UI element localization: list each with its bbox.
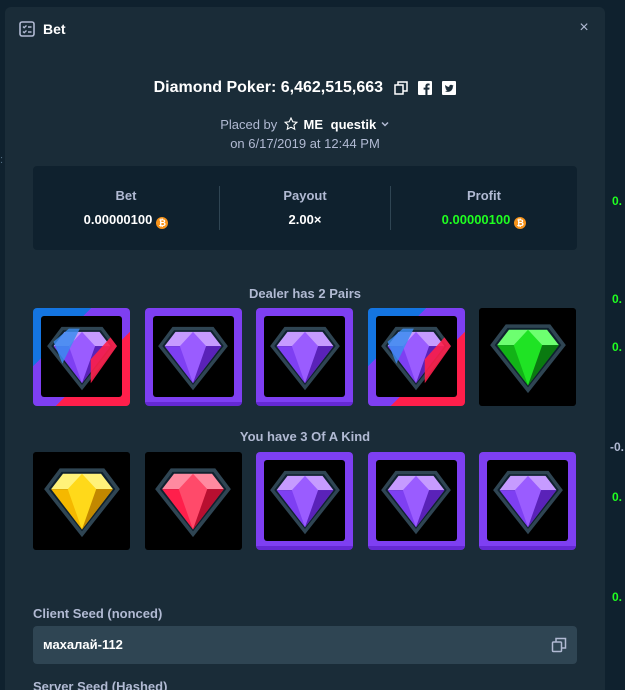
gem-card-inner (479, 308, 576, 406)
star-icon (283, 116, 299, 131)
gem-card-purple (144, 308, 242, 406)
gem-card-green (479, 308, 576, 406)
gem-card-inner (152, 316, 234, 397)
chevron-down-icon[interactable] (380, 117, 390, 127)
placed-by-row: Placed by ME questik (5, 116, 605, 132)
payout-label: Payout (283, 188, 327, 203)
row-value: 0. (612, 590, 623, 604)
copy-icon[interactable] (393, 81, 408, 95)
gem-card-inner (487, 460, 568, 541)
twitter-icon[interactable] (442, 80, 457, 95)
row-marker: : (0, 154, 4, 166)
gem-card-purple (479, 452, 576, 550)
row-value: -0. (610, 440, 625, 454)
bet-date: on 6/17/2019 at 12:44 PM (230, 136, 380, 151)
gem-card-inner (375, 460, 457, 541)
copy-icon[interactable] (551, 637, 567, 653)
modal-header: Bet × (5, 7, 605, 51)
facebook-icon[interactable] (417, 80, 432, 95)
server-seed-label: Server Seed (Hashed) (33, 679, 168, 690)
placed-by-label: Placed by (220, 117, 278, 132)
gem-card-multi (33, 308, 130, 406)
bitcoin-icon: ₿ (156, 217, 169, 229)
close-icon[interactable]: × (577, 20, 591, 36)
bet-modal: Bet × Diamond Poker: 6,462,515,663 Place… (5, 7, 605, 690)
game-title-row: Diamond Poker: 6,462,515,663 (5, 79, 605, 97)
profit-label: Profit (467, 188, 501, 203)
gem-card-inner (375, 316, 457, 397)
row-value: 0. (612, 194, 623, 208)
gem-card-multi (367, 308, 465, 406)
bet-list-icon (19, 21, 35, 37)
gem-card-inner (41, 316, 122, 397)
bet-label: Bet (115, 188, 137, 203)
stat-bet: Bet 0.00000100 ₿ (33, 166, 219, 250)
player-hand-label: You have 3 Of A Kind (239, 429, 371, 444)
row-value: 0. (612, 340, 623, 354)
client-seed-label: Client Seed (nonced) (33, 606, 163, 621)
gem-card-inner (33, 452, 130, 550)
gem-card-purple (256, 452, 353, 550)
profit-value: 0.00000100 (441, 212, 511, 227)
modal-title: Bet (43, 21, 66, 37)
bet-value-row: 0.00000100 ₿ (33, 212, 219, 229)
client-seed-field[interactable]: махалай-112 (33, 626, 577, 664)
bitcoin-icon: ₿ (514, 217, 527, 229)
gem-card-inner (264, 460, 345, 541)
dealer-hand-label: Dealer has 2 Pairs (248, 286, 362, 301)
seeds-section: Client Seed (nonced) махалай-112 Server … (5, 578, 605, 690)
username-link[interactable]: questik (331, 117, 377, 132)
row-value: 0. (612, 490, 623, 504)
stat-payout: Payout 2.00× (220, 166, 390, 250)
client-seed-value: махалай-112 (43, 637, 123, 652)
stats-panel: Bet 0.00000100 ₿ Payout 2.00× Profit 0.00… (33, 166, 577, 250)
bet-value: 0.00000100 (83, 212, 153, 227)
gem-card-purple (367, 452, 465, 550)
stat-profit: Profit 0.00000100 ₿ (391, 166, 577, 250)
payout-value: 2.00× (288, 212, 322, 227)
vip-badge: ME (303, 117, 324, 132)
gem-card-inner (144, 452, 242, 550)
gem-card-purple (256, 308, 353, 406)
gem-card-inner (264, 316, 345, 397)
profit-value-row: 0.00000100 ₿ (391, 212, 577, 229)
row-value: 0. (612, 292, 623, 306)
gem-card-yellow (33, 452, 130, 550)
game-title: Diamond Poker: 6,462,515,663 (153, 79, 384, 96)
bet-summary: Diamond Poker: 6,462,515,663 Placed by M… (5, 51, 605, 578)
gem-card-red (144, 452, 242, 550)
